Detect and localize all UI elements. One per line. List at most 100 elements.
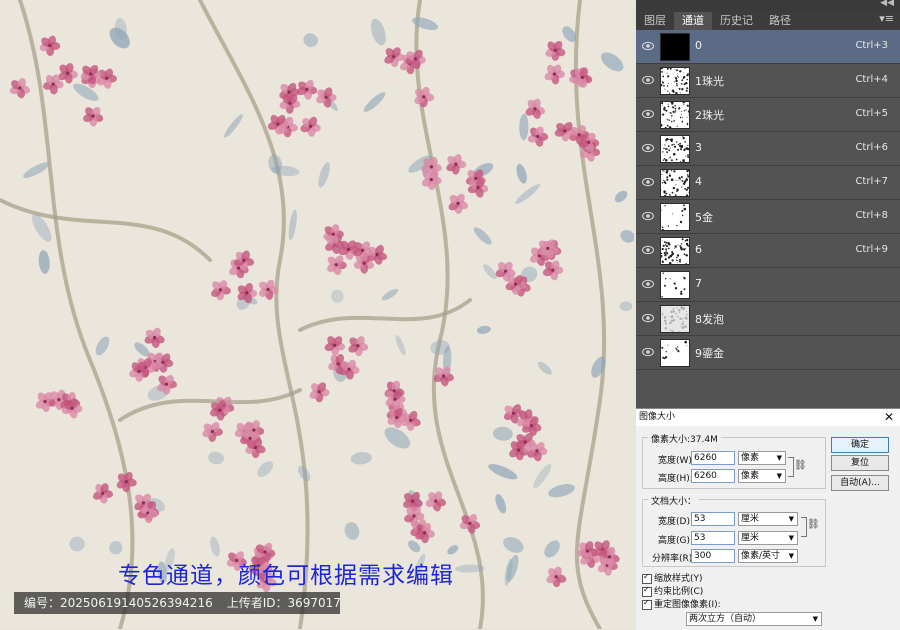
doc-group-title: 文档大小： (648, 494, 699, 507)
visibility-eye-icon[interactable] (642, 109, 654, 119)
flower-center (393, 398, 396, 401)
doc-height-unit-select[interactable]: 厘米▼ (738, 531, 798, 545)
flower-center (52, 83, 55, 86)
doc-height-input[interactable]: 53 (691, 531, 735, 545)
branch-stroke (120, 390, 300, 420)
leaf-shape (618, 228, 634, 245)
flower-center (454, 163, 457, 166)
channel-row[interactable]: 6Ctrl+9 (636, 234, 900, 268)
visibility-eye-icon[interactable] (642, 279, 654, 289)
channel-row[interactable]: 5金Ctrl+8 (636, 200, 900, 234)
channel-row[interactable]: 2珠光Ctrl+5 (636, 98, 900, 132)
channel-row[interactable]: 0Ctrl+3 (636, 30, 900, 64)
width-unit-select[interactable]: 像素▼ (738, 451, 786, 465)
flower-center (530, 424, 533, 427)
visibility-eye-icon[interactable] (642, 143, 654, 153)
scale-styles-checkbox[interactable]: 缩放样式(Y) (642, 571, 703, 584)
doc-height-label: 高度(G): (658, 533, 693, 546)
tab-paths[interactable]: 路径 (761, 12, 799, 30)
channel-row[interactable]: 1珠光Ctrl+4 (636, 64, 900, 98)
leaf-shape (368, 17, 389, 47)
flower-center (456, 202, 459, 205)
flower-center (18, 86, 21, 89)
height-unit-select[interactable]: 像素▼ (738, 469, 786, 483)
channel-row[interactable]: 3Ctrl+6 (636, 132, 900, 166)
blossom (323, 334, 345, 356)
leaf-shape (394, 334, 408, 357)
channel-row[interactable]: 4Ctrl+7 (636, 166, 900, 200)
channel-row[interactable]: 9鎏金 (636, 336, 900, 370)
visibility-eye-icon[interactable] (642, 313, 654, 323)
height-input[interactable]: 6260 (691, 469, 735, 483)
uploader-label: 上传者ID： (227, 596, 288, 610)
doc-width-input[interactable]: 53 (691, 512, 735, 526)
leaf-shape (406, 538, 423, 554)
resolution-unit-value: 像素/英寸 (741, 551, 780, 561)
tab-history[interactable]: 历史记 (712, 12, 761, 30)
flower-center (153, 336, 156, 339)
blossom (543, 63, 565, 85)
flower-center (218, 409, 221, 412)
leaf-shape (316, 161, 332, 189)
visibility-eye-icon[interactable] (642, 41, 654, 51)
uploader-info: 上传者ID：3697017 (227, 596, 341, 610)
constrain-checkbox[interactable]: 约束比例(C) (642, 584, 703, 597)
visibility-eye-icon[interactable] (642, 245, 654, 255)
flower-center (533, 107, 536, 110)
channel-row[interactable]: 7 (636, 268, 900, 302)
resample-checkbox[interactable]: 重定图像像素(I): (642, 597, 721, 610)
dialog-title: 图像大小 (636, 409, 900, 426)
reset-button[interactable]: 复位 (831, 455, 889, 471)
channel-thumbnail (660, 339, 690, 367)
visibility-eye-icon[interactable] (642, 211, 654, 221)
leaf-shape (598, 49, 627, 76)
caption-text: 专色通道，颜色可根据需求编辑 (118, 556, 454, 590)
channel-thumbnail (660, 305, 690, 333)
doc-width-unit-value: 厘米 (741, 514, 759, 524)
visibility-eye-icon[interactable] (642, 347, 654, 357)
tab-layers[interactable]: 图层 (636, 12, 674, 30)
doc-width-unit-select[interactable]: 厘米 ▼ (738, 512, 798, 526)
leaf-shape (208, 536, 221, 558)
flower-center (305, 88, 308, 91)
flower-center (66, 72, 69, 75)
visibility-eye-icon[interactable] (642, 177, 654, 187)
flower-center (254, 446, 257, 449)
channel-shortcut: Ctrl+9 (855, 244, 888, 255)
thumbnail-speckle (661, 170, 689, 196)
flower-center (587, 141, 590, 144)
resolution-unit-select[interactable]: 像素/英寸▼ (738, 549, 798, 563)
panel-menu-icon[interactable]: ▾≡ (879, 12, 894, 25)
doc-height-unit-value: 厘米 (741, 533, 759, 543)
width-input[interactable]: 6260 (691, 451, 735, 465)
flower-center (546, 247, 549, 250)
id-label: 编号： (24, 596, 60, 610)
flower-center (287, 91, 290, 94)
leaf-shape (471, 225, 494, 247)
visibility-eye-icon[interactable] (642, 75, 654, 85)
channels-panel: ◀◀ 图层 通道 历史记 路径 ▾≡ 0Ctrl+31珠光Ctrl+42珠光Ct… (636, 0, 900, 408)
resolution-input[interactable]: 300 (691, 549, 735, 563)
leaf-shape (541, 537, 563, 560)
channel-shortcut: Ctrl+5 (855, 108, 888, 119)
flower-center (411, 500, 414, 503)
auto-button[interactable]: 自动(A)... (831, 475, 889, 491)
channel-row[interactable]: 8发泡 (636, 302, 900, 336)
flower-center (335, 263, 338, 266)
resample-method-select[interactable]: 两次立方（自动）▼ (686, 612, 822, 626)
ok-button[interactable]: 确定 (831, 437, 889, 453)
blossom (115, 471, 137, 493)
leaf-shape (493, 493, 508, 515)
flower-center (504, 270, 507, 273)
thumbnail-speckle (661, 204, 689, 230)
checkbox-checked-icon (642, 574, 652, 584)
leaf-shape (515, 163, 529, 185)
channel-thumbnail (660, 135, 690, 163)
collapse-icon[interactable]: ◀◀ (880, 0, 894, 8)
channel-shortcut: Ctrl+4 (855, 74, 888, 85)
flower-center (219, 288, 222, 291)
tab-channels[interactable]: 通道 (674, 12, 712, 30)
close-icon[interactable]: ✕ (884, 410, 894, 424)
chevron-down-icon: ▼ (789, 513, 794, 525)
thumbnail-speckle (661, 306, 689, 332)
